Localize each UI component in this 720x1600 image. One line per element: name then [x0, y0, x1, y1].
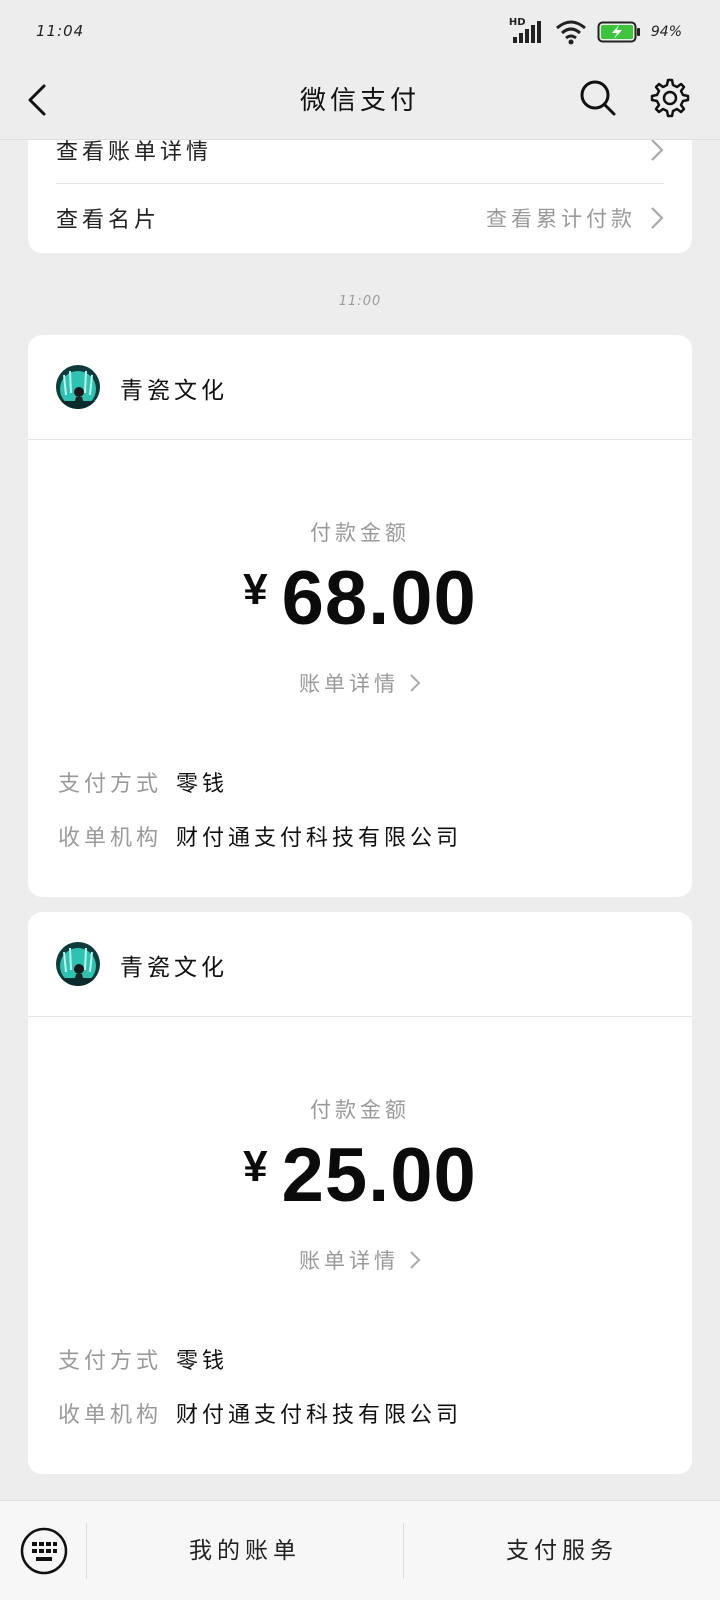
acquirer-row: 收单机构 财付通支付科技有限公司	[58, 1397, 462, 1429]
chevron-right-icon	[410, 674, 421, 692]
merchant-name: 青瓷文化	[120, 378, 228, 404]
amount-label: 付款金额	[310, 1098, 410, 1122]
message-timestamp: 11:00	[338, 294, 382, 309]
payment-amount: ¥ 68.00	[28, 555, 692, 642]
bill-detail-link[interactable]: 账单详情	[28, 668, 692, 698]
acquirer-key: 收单机构	[58, 826, 163, 851]
search-icon	[580, 80, 616, 116]
payment-method-key: 支付方式	[58, 772, 163, 797]
acquirer-value: 财付通支付科技有限公司	[176, 1403, 463, 1428]
settings-button[interactable]	[648, 76, 692, 120]
bill-detail-label: 账单详情	[299, 672, 399, 696]
acquirer-key: 收单机构	[58, 1403, 163, 1428]
currency-symbol: ¥	[243, 564, 268, 614]
acquirer-value: 财付通支付科技有限公司	[176, 826, 463, 851]
payment-card[interactable]: 青瓷文化 付款金额 ¥ 25.00 账单详情 支付方式 零钱 收单机构 财付通支…	[28, 912, 692, 1474]
payment-card[interactable]: 青瓷文化 付款金额 ¥ 68.00 账单详情 支付方式 零钱 收单机构 财付通支…	[28, 335, 692, 897]
battery-percent: 94%	[650, 24, 682, 40]
acquirer-row: 收单机构 财付通支付科技有限公司	[58, 820, 462, 852]
bill-detail-link[interactable]: 账单详情	[28, 1245, 692, 1275]
bottom-menu-bar: 我的账单 支付服务	[0, 1500, 720, 1600]
status-time: 11:04	[36, 22, 85, 40]
currency-symbol: ¥	[243, 1141, 268, 1191]
merchant-avatar	[56, 942, 100, 986]
chevron-right-icon	[651, 138, 664, 161]
payment-method-key: 支付方式	[58, 1349, 163, 1374]
payment-method-row: 支付方式 零钱	[58, 766, 228, 798]
battery-charging-icon	[597, 21, 640, 43]
payment-method-value: 零钱	[176, 1349, 229, 1374]
search-button[interactable]	[576, 76, 620, 120]
merchant-name: 青瓷文化	[120, 955, 228, 981]
merchant-header[interactable]: 青瓷文化	[28, 335, 692, 440]
chevron-right-icon	[410, 1251, 421, 1269]
amount-label: 付款金额	[310, 521, 410, 545]
payment-method-row: 支付方式 零钱	[58, 1343, 228, 1375]
status-icons: HD 94%	[509, 17, 682, 46]
view-cumulative-payment-label: 查看累计付款	[486, 207, 636, 231]
keyboard-toggle-button[interactable]	[20, 1527, 68, 1575]
gear-icon	[650, 78, 690, 118]
pay-services-button[interactable]: 支付服务	[404, 1531, 720, 1565]
nav-bar: 微信支付	[0, 62, 720, 140]
merchant-header[interactable]: 青瓷文化	[28, 912, 692, 1017]
amount-value: 68.00	[281, 556, 477, 641]
bill-detail-label: 账单详情	[299, 1249, 399, 1273]
keyboard-icon	[20, 1527, 68, 1575]
view-business-card-label: 查看名片	[56, 208, 161, 233]
chevron-right-icon	[651, 207, 664, 229]
view-business-card-row[interactable]: 查看名片 查看累计付款	[56, 184, 664, 252]
status-bar: 11:04 HD 94%	[0, 0, 720, 62]
payment-method-value: 零钱	[176, 772, 229, 797]
signal-icon: HD	[509, 17, 545, 45]
merchant-avatar	[56, 365, 100, 409]
wifi-icon	[555, 20, 586, 45]
payment-amount: ¥ 25.00	[28, 1132, 692, 1219]
my-bills-button[interactable]: 我的账单	[87, 1531, 403, 1565]
amount-value: 25.00	[281, 1133, 477, 1218]
